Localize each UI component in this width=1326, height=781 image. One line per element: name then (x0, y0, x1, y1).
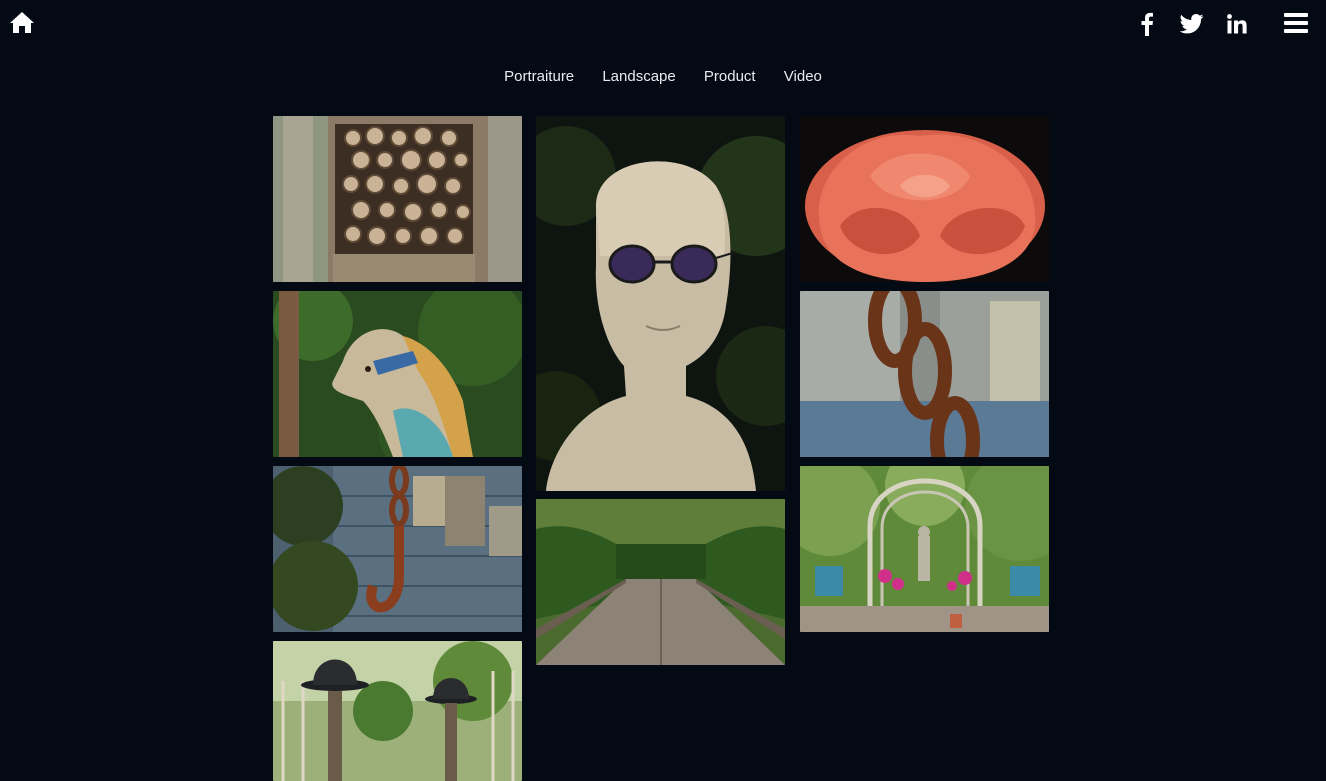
gallery-photo-garden-arch[interactable] (800, 466, 1049, 632)
nav-item-video[interactable]: Video (784, 68, 822, 85)
hamburger-menu-icon[interactable] (1284, 12, 1308, 34)
nav-item-product[interactable]: Product (704, 68, 756, 85)
category-nav: Portraiture Landscape Product Video (0, 68, 1326, 85)
gallery-photo-pink-rose[interactable] (800, 116, 1049, 282)
gallery-photo-garden-path[interactable] (536, 499, 785, 665)
gallery-photo-mannequin-head-sunglasses[interactable] (536, 116, 785, 491)
facebook-icon[interactable] (1140, 12, 1154, 36)
linkedin-icon[interactable] (1227, 12, 1247, 36)
photo-gallery (273, 116, 1049, 781)
nav-item-portraiture[interactable]: Portraiture (504, 68, 574, 85)
top-bar (0, 0, 1326, 46)
twitter-icon[interactable] (1180, 12, 1204, 36)
gallery-photo-rusty-hook-chain[interactable] (273, 466, 522, 632)
home-icon[interactable] (9, 10, 35, 34)
gallery-photo-carousel-horse[interactable] (273, 291, 522, 457)
nav-item-landscape[interactable]: Landscape (602, 68, 675, 85)
gallery-photo-bee-hotel[interactable] (273, 116, 522, 282)
gallery-photo-hats-on-posts[interactable] (273, 641, 522, 781)
gallery-photo-rusty-chain-link[interactable] (800, 291, 1049, 457)
